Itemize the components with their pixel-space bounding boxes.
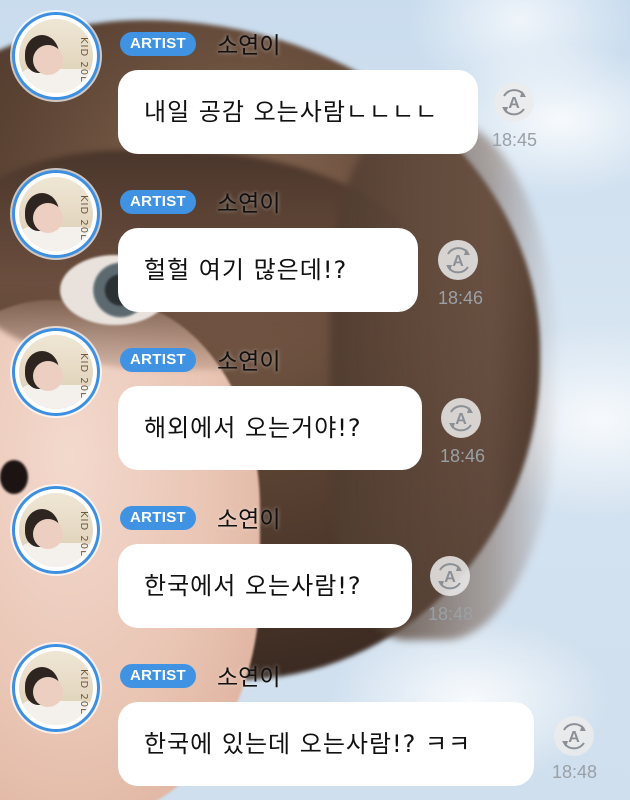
reply-icon-letter: A: [452, 253, 464, 270]
message-bubble[interactable]: 한국에 있는데 오는사람!? ㅋㅋ: [118, 702, 534, 786]
sender-name: 소연이: [217, 191, 281, 217]
sender-name: 소연이: [217, 33, 281, 59]
avatar[interactable]: KID 20L: [12, 12, 100, 100]
avatar-caption: KID 20L: [78, 37, 89, 83]
avatar-caption: KID 20L: [78, 353, 89, 399]
avatar-caption: KID 20L: [78, 195, 89, 241]
artist-badge: ARTIST: [120, 32, 196, 56]
avatar[interactable]: KID 20L: [12, 486, 100, 574]
avatar-caption: KID 20L: [78, 669, 89, 715]
reply-icon[interactable]: A: [441, 398, 481, 438]
reply-icon-letter: A: [455, 411, 467, 428]
message-row: KID 20L ARTIST 소연이 한국에서 오는사람!? A 18:48: [0, 474, 630, 628]
timestamp: 18:48: [428, 604, 474, 624]
message-row: KID 20L ARTIST 소연이 해외에서 오는거야!? A 18:46: [0, 316, 630, 470]
reply-icon-letter: A: [444, 569, 456, 586]
sender-name: 소연이: [217, 507, 281, 533]
timestamp: 18:48: [552, 762, 598, 782]
reply-icon[interactable]: A: [494, 82, 534, 122]
sender-name: 소연이: [217, 349, 281, 375]
artist-badge: ARTIST: [120, 348, 196, 372]
reply-icon[interactable]: A: [554, 716, 594, 756]
message-row: KID 20L ARTIST 소연이 한국에 있는데 오는사람!? ㅋㅋ A 1…: [0, 632, 630, 786]
avatar[interactable]: KID 20L: [12, 644, 100, 732]
message-bubble[interactable]: 해외에서 오는거야!?: [118, 386, 422, 470]
message-row: KID 20L ARTIST 소연이 헐헐 여기 많은데!? A 18:46: [0, 158, 630, 312]
artist-badge: ARTIST: [120, 506, 196, 530]
sender-name: 소연이: [217, 665, 281, 691]
message-row: KID 20L ARTIST 소연이 내일 공감 오는사람ㄴㄴㄴㄴ A 18:4…: [0, 0, 630, 154]
timestamp: 18:46: [440, 446, 486, 466]
avatar[interactable]: KID 20L: [12, 170, 100, 258]
reply-icon-letter: A: [568, 729, 580, 746]
timestamp: 18:46: [438, 288, 484, 308]
avatar-caption: KID 20L: [78, 511, 89, 557]
avatar[interactable]: KID 20L: [12, 328, 100, 416]
reply-icon[interactable]: A: [438, 240, 478, 280]
message-bubble[interactable]: 헐헐 여기 많은데!?: [118, 228, 418, 312]
reply-icon[interactable]: A: [430, 556, 470, 596]
message-bubble[interactable]: 내일 공감 오는사람ㄴㄴㄴㄴ: [118, 70, 478, 154]
artist-badge: ARTIST: [120, 664, 196, 688]
reply-icon-letter: A: [508, 95, 520, 112]
message-bubble[interactable]: 한국에서 오는사람!?: [118, 544, 412, 628]
timestamp: 18:45: [492, 130, 538, 150]
artist-badge: ARTIST: [120, 190, 196, 214]
